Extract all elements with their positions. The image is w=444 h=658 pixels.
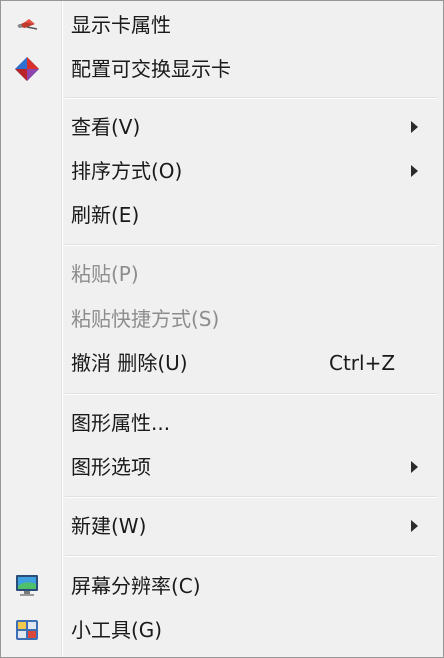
menu-separator [65, 393, 437, 395]
submenu-arrow-icon [411, 461, 418, 473]
menu-item-new[interactable]: 新建(W) [1, 504, 443, 548]
menu-item-label: 显示卡属性 [71, 13, 171, 37]
menu-item-label: 排序方式(O) [71, 159, 183, 183]
desktop-context-menu: 显示卡属性 配置可交换显示卡 查看(V) 排序方式(O) 刷新(E) 粘贴(P) [0, 0, 444, 658]
switchable-graphics-icon [13, 55, 41, 83]
menu-item-label: 屏幕分辨率(C) [71, 574, 201, 598]
menu-item-paste-shortcut: 粘贴快捷方式(S) [1, 297, 443, 341]
menu-item-label: 查看(V) [71, 115, 141, 139]
menu-item-label: 配置可交换显示卡 [71, 57, 231, 81]
menu-item-graphics-attributes[interactable]: 图形属性... [1, 401, 443, 445]
menu-item-graphics-properties[interactable]: 显示卡属性 [1, 3, 443, 47]
menu-separator [65, 555, 437, 557]
gadgets-icon [13, 616, 41, 644]
menu-item-label: 撤消 删除(U) [71, 351, 188, 375]
menu-item-graphics-options[interactable]: 图形选项 [1, 445, 443, 489]
menu-separator [65, 97, 437, 99]
submenu-arrow-icon [411, 121, 418, 133]
menu-separator [65, 496, 437, 498]
menu-item-gadgets[interactable]: 小工具(G) [1, 608, 443, 652]
menu-item-label: 粘贴快捷方式(S) [71, 307, 220, 331]
menu-item-undo-delete[interactable]: 撤消 删除(U) Ctrl+Z [1, 341, 443, 385]
menu-item-refresh[interactable]: 刷新(E) [1, 193, 443, 237]
monitor-icon [13, 572, 41, 600]
menu-item-paste: 粘贴(P) [1, 252, 443, 296]
submenu-arrow-icon [411, 165, 418, 177]
menu-item-screen-resolution[interactable]: 屏幕分辨率(C) [1, 564, 443, 608]
menu-item-sort-by[interactable]: 排序方式(O) [1, 149, 443, 193]
menu-item-label: 图形属性... [71, 411, 171, 435]
menu-item-view[interactable]: 查看(V) [1, 105, 443, 149]
menu-item-label: 刷新(E) [71, 203, 140, 227]
menu-item-label: 小工具(G) [71, 618, 163, 642]
menu-item-label: 新建(W) [71, 514, 147, 538]
graphics-card-icon [13, 11, 41, 39]
menu-separator [65, 244, 437, 246]
menu-item-label: 图形选项 [71, 455, 151, 479]
menu-item-shortcut: Ctrl+Z [329, 351, 396, 375]
menu-item-configure-switchable-graphics[interactable]: 配置可交换显示卡 [1, 47, 443, 91]
menu-item-label: 粘贴(P) [71, 262, 139, 286]
submenu-arrow-icon [411, 520, 418, 532]
